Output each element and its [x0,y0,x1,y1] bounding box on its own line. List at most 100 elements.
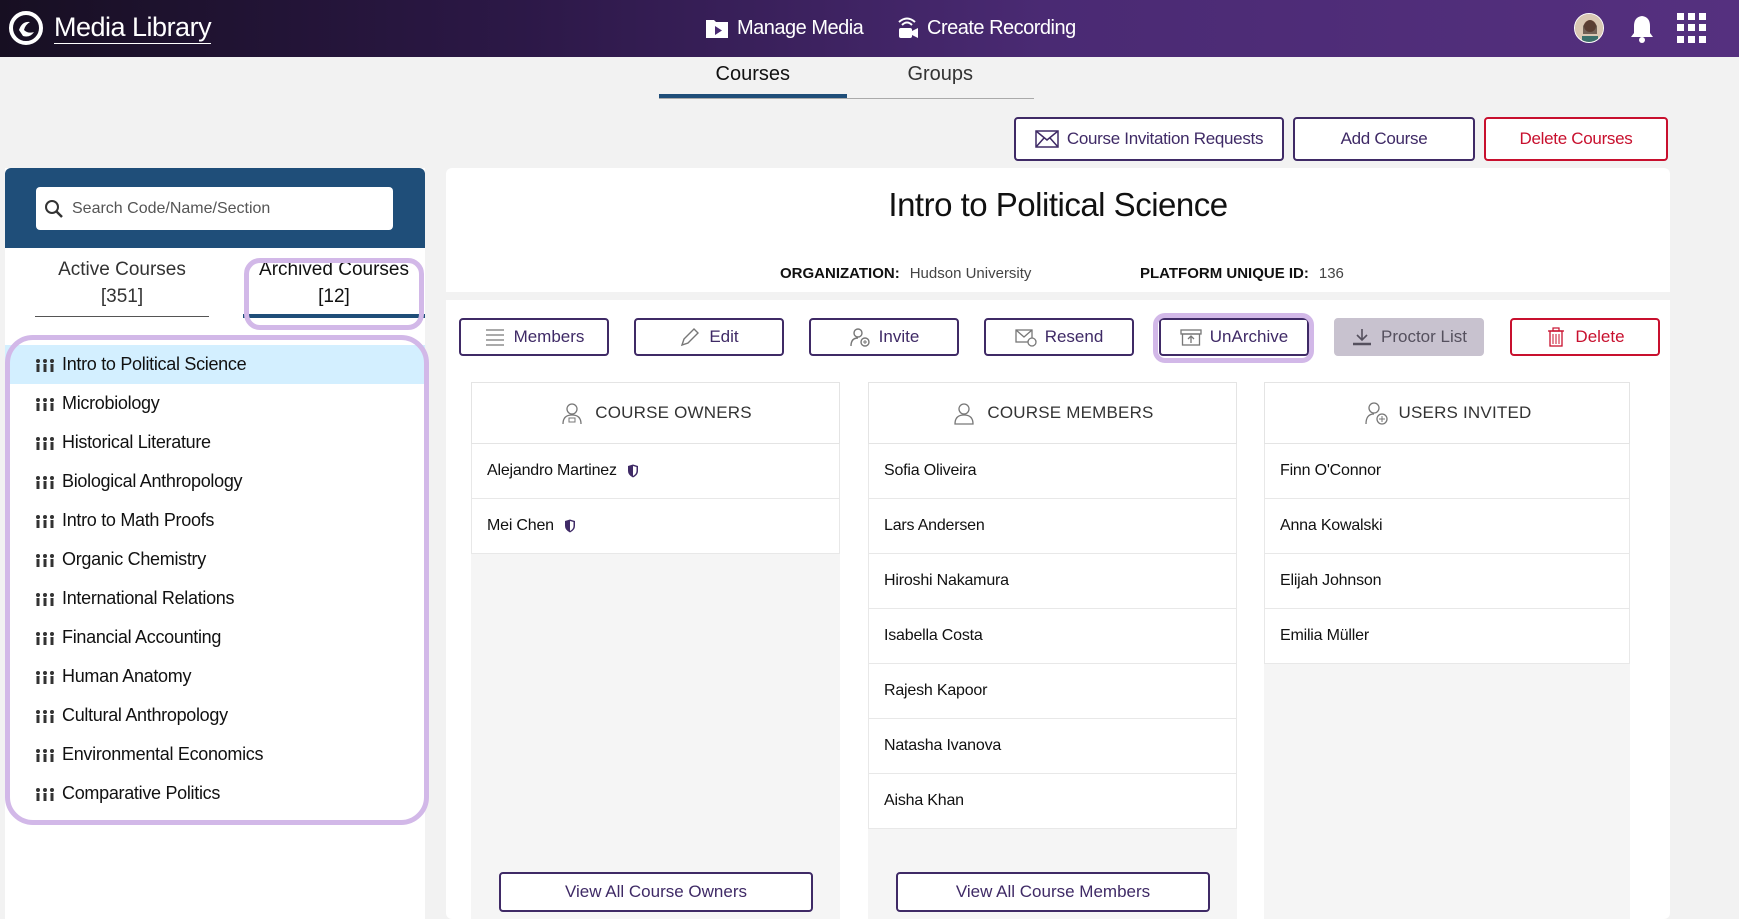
course-item[interactable]: Biological Anthropology [5,462,425,501]
nav-create-recording-label: Create Recording [927,16,1076,39]
resend-mail-icon [1015,329,1037,347]
course-item[interactable]: Human Anatomy [5,657,425,696]
course-item-label: Intro to Political Science [62,354,247,374]
delete-button[interactable]: Delete [1510,318,1660,356]
platform-id-info: PLATFORM UNIQUE ID: 136 [1140,265,1344,282]
nav-create-recording[interactable]: Create Recording [893,12,1076,44]
course-members-column: COURSE MEMBERS Sofia Oliveira Lars Ander… [868,382,1237,919]
course-item[interactable]: Financial Accounting [5,618,425,657]
tab-courses[interactable]: Courses [659,57,847,98]
active-courses-count: [351] [100,286,144,307]
pencil-icon [681,328,700,347]
members-button[interactable]: Members [459,318,609,356]
course-item[interactable]: Microbiology [5,384,425,423]
edit-label: Edit [709,327,739,346]
course-item[interactable]: Cultural Anthropology [5,696,425,735]
recording-icon [898,17,918,38]
edit-button[interactable]: Edit [634,318,784,356]
invited-user-icon [1364,402,1388,425]
member-row[interactable]: Lars Andersen [868,499,1237,554]
invite-button[interactable]: Invite [809,318,959,356]
platform-id-value: 136 [1318,265,1344,282]
course-item[interactable]: Organic Chemistry [5,540,425,579]
people-icon [36,514,54,528]
course-item-label: Microbiology [62,393,160,413]
delete-label: Delete [1575,327,1625,346]
app-logo-icon[interactable] [8,10,44,46]
course-item-label: Financial Accounting [62,627,222,647]
users-invited-header: USERS INVITED [1264,382,1630,444]
invite-label: Invite [878,327,920,346]
people-icon [36,709,54,723]
course-item[interactable]: Intro to Political Science [5,345,425,384]
delete-courses-label: Delete Courses [1519,129,1633,148]
notifications-bell-icon[interactable] [1628,13,1656,43]
course-item[interactable]: Comparative Politics [5,774,425,813]
member-row[interactable]: Isabella Costa [868,609,1237,664]
search-input[interactable] [72,199,372,218]
download-icon [1353,329,1371,346]
invited-row[interactable]: Elijah Johnson [1264,554,1630,609]
course-invitation-requests-button[interactable]: Course Invitation Requests [1014,117,1284,161]
member-row[interactable]: Natasha Ivanova [868,719,1237,774]
search-icon [45,199,63,218]
course-item[interactable]: International Relations [5,579,425,618]
people-icon [36,397,54,411]
owner-row[interactable]: Mei Chen [471,499,840,554]
active-courses-label: Active Courses [58,259,186,280]
member-row[interactable]: Sofia Oliveira [868,444,1237,499]
owner-name: Mei Chen [487,517,554,534]
nav-manage-media-label: Manage Media [737,16,864,39]
platform-id-label: PLATFORM UNIQUE ID: [1140,265,1309,282]
tab-active-courses[interactable]: Active Courses [351] [35,256,209,317]
people-icon [36,748,54,762]
member-name: Lars Andersen [884,517,985,534]
nav-manage-media[interactable]: Manage Media [703,12,864,44]
unarchive-label: UnArchive [1209,327,1289,346]
course-item-label: Biological Anthropology [62,471,243,491]
proctor-list-button[interactable]: Proctor List [1334,318,1484,356]
course-item-label: Organic Chemistry [62,549,206,569]
apps-grid-icon[interactable] [1677,13,1707,43]
course-item[interactable]: Intro to Math Proofs [5,501,425,540]
top-bar: Media Library Manage Media Create Record… [0,0,1739,57]
course-members-title: COURSE MEMBERS [987,403,1154,422]
invited-name: Emilia Müller [1280,627,1369,644]
course-item-label: Comparative Politics [62,783,221,803]
member-name: Isabella Costa [884,627,983,644]
people-icon [36,592,54,606]
search-box[interactable] [36,187,393,230]
tab-groups[interactable]: Groups [847,57,1035,98]
invited-row[interactable]: Emilia Müller [1264,609,1630,664]
member-row[interactable]: Aisha Khan [868,774,1237,829]
search-header [5,168,425,248]
invited-row[interactable]: Anna Kowalski [1264,499,1630,554]
shield-icon [564,519,575,533]
resend-button[interactable]: Resend [984,318,1134,356]
view-all-course-owners-button[interactable]: View All Course Owners [499,872,813,912]
app-title[interactable]: Media Library [54,12,212,44]
media-folder-icon [706,20,728,38]
member-name: Natasha Ivanova [884,737,1002,754]
course-item-label: Environmental Economics [62,744,264,764]
owner-name: Alejandro Martinez [487,462,617,479]
unarchive-button[interactable]: UnArchive [1159,318,1309,356]
invited-row[interactable]: Finn O'Connor [1264,444,1630,499]
course-item[interactable]: Historical Literature [5,423,425,462]
members-label: Members [513,327,585,346]
member-row[interactable]: Hiroshi Nakamura [868,554,1237,609]
organization-value: Hudson University [909,265,1032,282]
add-course-button[interactable]: Add Course [1293,117,1475,161]
course-detail-panel: Intro to Political Science ORGANIZATION:… [446,168,1670,919]
delete-courses-button[interactable]: Delete Courses [1484,117,1668,161]
people-icon [36,553,54,567]
member-row[interactable]: Rajesh Kapoor [868,664,1237,719]
owner-row[interactable]: Alejandro Martinez [471,444,840,499]
envelope-icon [1035,130,1059,148]
view-all-course-members-button[interactable]: View All Course Members [896,872,1210,912]
user-avatar[interactable] [1574,13,1604,43]
list-icon [485,329,504,346]
people-icon [36,670,54,684]
course-item[interactable]: Environmental Economics [5,735,425,774]
organization-info: ORGANIZATION: Hudson University [780,265,1031,282]
